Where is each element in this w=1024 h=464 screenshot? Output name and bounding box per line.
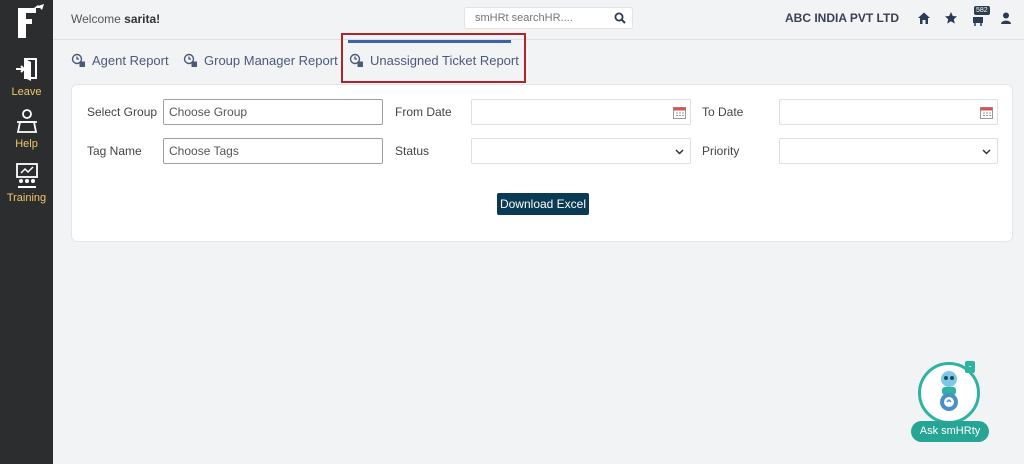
priority-select[interactable] — [779, 138, 998, 164]
announcement-icon[interactable] — [971, 13, 985, 27]
help-desk-icon — [16, 109, 37, 133]
leave-icon — [15, 58, 37, 81]
tab-label: Agent Report — [92, 53, 169, 68]
report-filter-card: Select Group Choose Group From Date To D… — [71, 84, 1013, 242]
sidebar-item-leave[interactable]: Leave — [0, 56, 53, 98]
sidebar: Leave Help Training — [0, 0, 53, 464]
user-icon[interactable] — [999, 11, 1013, 25]
welcome-text: Welcome sarita! — [71, 12, 160, 26]
tag-name-label: Tag Name — [87, 144, 142, 158]
top-header: Welcome sarita! ABC INDIA PVT LTD 582 — [53, 0, 1024, 40]
select-group-input[interactable]: Choose Group — [163, 99, 383, 125]
from-date-label: From Date — [395, 105, 452, 119]
sidebar-item-label: Leave — [11, 86, 42, 98]
priority-label: Priority — [702, 144, 740, 158]
tag-name-input[interactable]: Choose Tags — [163, 138, 383, 164]
robot-icon — [940, 371, 958, 411]
search-icon[interactable] — [614, 12, 626, 24]
status-select[interactable] — [471, 138, 691, 164]
chevron-down-icon — [982, 149, 991, 155]
search-input[interactable] — [465, 8, 605, 28]
calendar-icon[interactable] — [980, 106, 993, 119]
sidebar-item-training[interactable]: Training — [0, 162, 53, 204]
search-box — [464, 7, 633, 29]
report-icon — [183, 53, 197, 67]
company-name: ABC INDIA PVT LTD — [785, 11, 899, 25]
notification-badge: 582 — [974, 6, 990, 15]
tab-label: Group Manager Report — [204, 53, 338, 68]
ask-smhrty-button[interactable]: Ask smHRty — [911, 421, 989, 442]
chatbot-minimize-button[interactable]: - — [965, 361, 975, 373]
calendar-icon[interactable] — [673, 106, 686, 119]
sidebar-item-help[interactable]: Help — [0, 108, 53, 150]
to-date-label: To Date — [702, 105, 744, 119]
download-excel-button[interactable]: Download Excel — [497, 193, 589, 215]
app-logo-icon[interactable] — [8, 2, 48, 42]
user-name: sarita! — [124, 12, 161, 26]
report-icon — [71, 53, 85, 67]
to-date-input[interactable] — [779, 99, 998, 125]
select-group-label: Select Group — [87, 105, 158, 119]
from-date-input[interactable] — [471, 99, 691, 125]
star-icon[interactable] — [944, 11, 958, 25]
sidebar-item-label: Training — [6, 192, 47, 204]
training-icon — [15, 163, 38, 188]
home-icon[interactable] — [917, 11, 931, 25]
welcome-prefix: Welcome — [71, 12, 125, 26]
chevron-down-icon — [675, 149, 684, 155]
status-label: Status — [395, 144, 430, 158]
highlight-box — [341, 33, 526, 83]
sidebar-item-label: Help — [15, 138, 38, 150]
